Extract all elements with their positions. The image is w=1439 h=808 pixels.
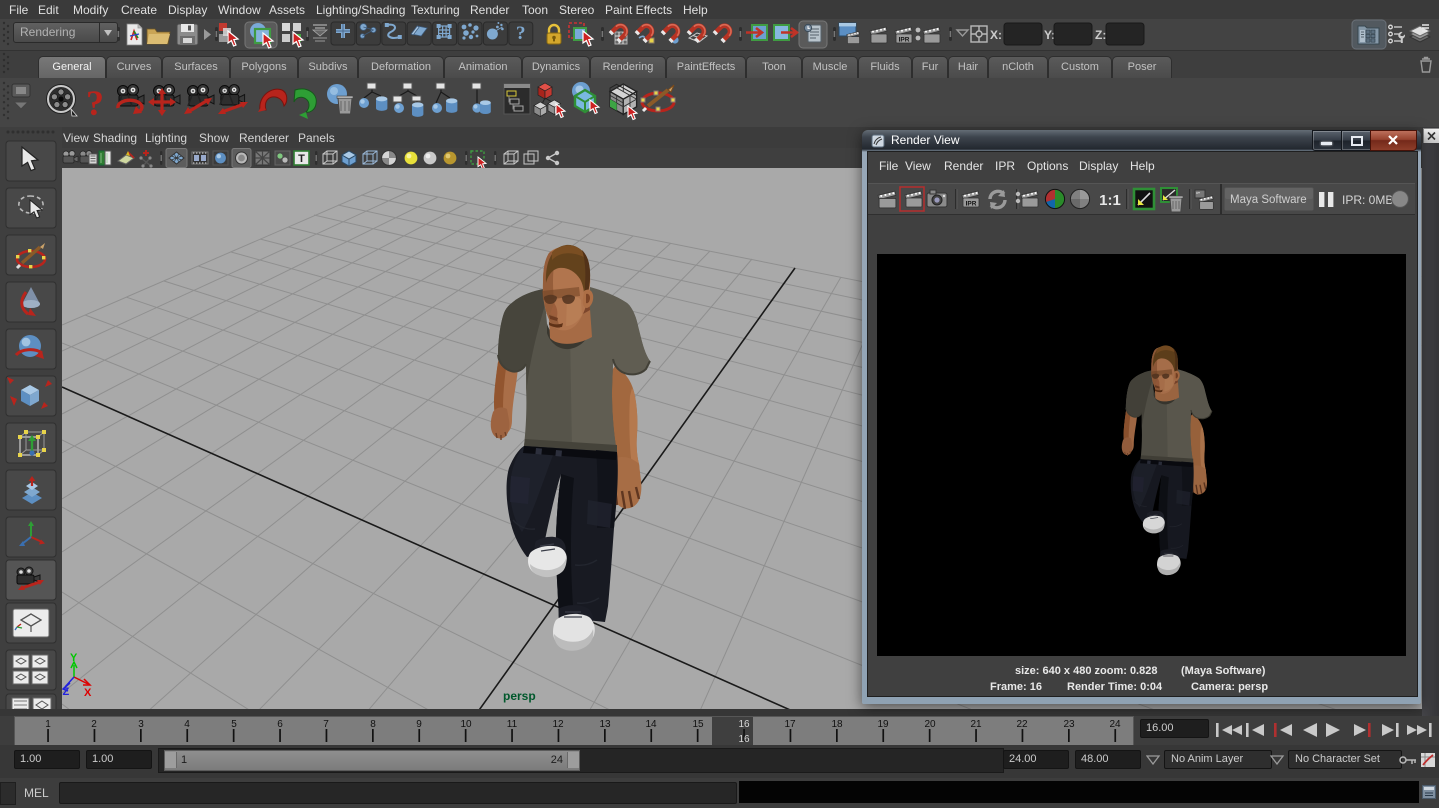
svg-text:Y: Y	[70, 652, 78, 664]
svg-text:IPR: IPR	[899, 37, 910, 44]
svg-text:Z:: Z:	[1095, 28, 1106, 42]
svg-text:persp: persp	[503, 689, 536, 703]
svg-text:?: ?	[516, 23, 526, 44]
svg-text:X: X	[84, 687, 92, 699]
svg-text:1:1: 1:1	[1099, 192, 1121, 209]
svg-text:IPR: IPR	[966, 201, 977, 208]
svg-text:X:: X:	[990, 28, 1002, 42]
svg-text:“”: “”	[1196, 193, 1200, 199]
svg-text:Y:: Y:	[1044, 28, 1055, 42]
svg-text:?: ?	[86, 83, 104, 123]
svg-text:Z: Z	[63, 686, 70, 698]
svg-text:IPR: 0MB: IPR: 0MB	[1342, 193, 1393, 207]
svg-text:T: T	[298, 153, 305, 165]
svg-text:Maya Software: Maya Software	[1230, 194, 1307, 206]
